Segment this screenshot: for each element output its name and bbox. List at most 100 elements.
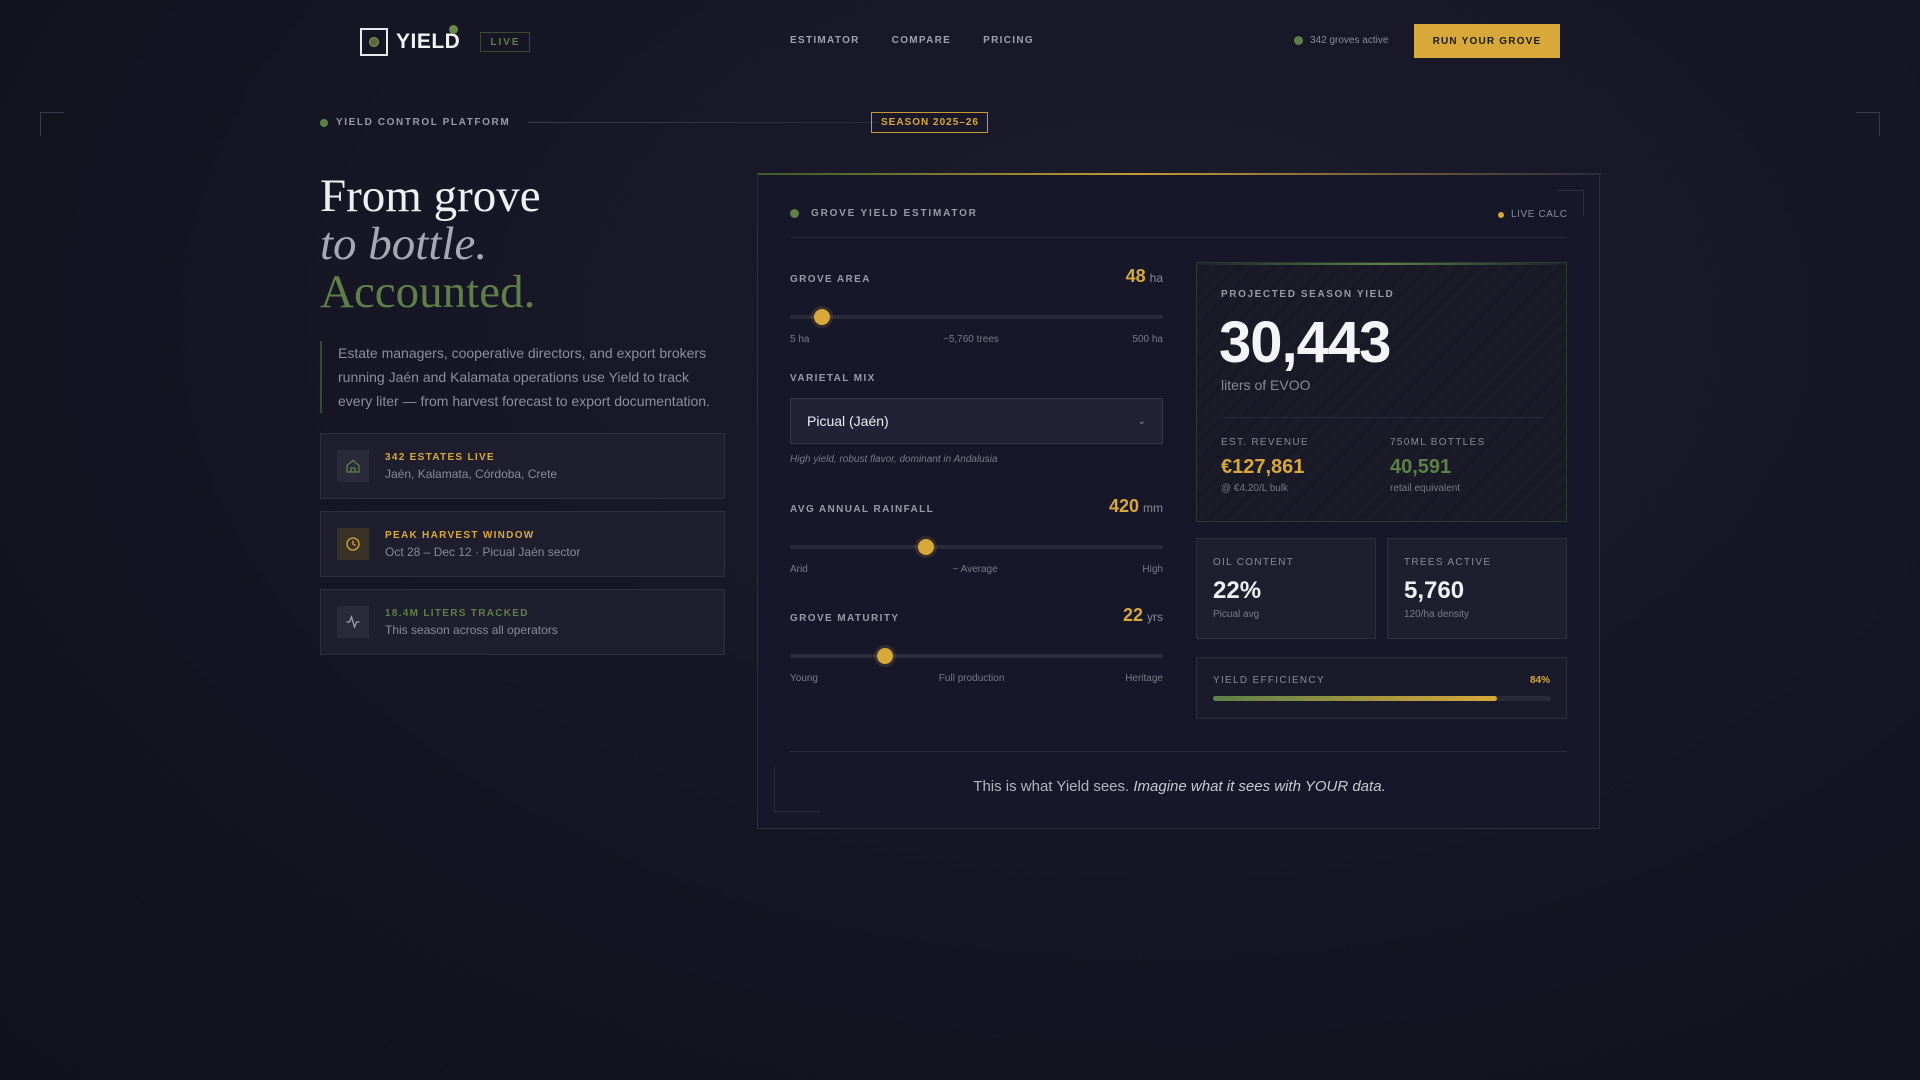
tick-label: Arid <box>790 564 808 575</box>
varietal-mix-select[interactable]: Picual (Jaén) ⌄ <box>790 398 1163 444</box>
hero-line-2: to bottle. <box>320 218 488 270</box>
rainfall-number: 420 <box>1108 496 1139 516</box>
chevron-down-icon: ⌄ <box>1137 415 1146 427</box>
bottles-label: 750ML BOTTLES <box>1390 437 1486 448</box>
rainfall-ticks: Arid ~ Average High <box>790 564 1163 575</box>
tick-label: 5 ha <box>790 334 810 345</box>
grove-area-label: GROVE AREA <box>790 274 871 285</box>
oil-content-card: OIL CONTENT 22% Picual avg <box>1196 538 1376 639</box>
projected-yield-card: PROJECTED SEASON YIELD 30,443 liters of … <box>1196 262 1567 522</box>
trees-active-card: TREES ACTIVE 5,760 120/ha density <box>1387 538 1567 639</box>
clock-icon <box>337 528 369 560</box>
groves-active-text: 342 groves active <box>1310 35 1389 46</box>
tick-label: Heritage <box>1125 673 1163 684</box>
trees-active-note: 120/ha density <box>1404 609 1470 620</box>
card-accent-line <box>1197 263 1566 265</box>
season-badge: SEASON 2025–26 <box>871 112 988 133</box>
status-dot-icon <box>320 118 328 127</box>
oil-content-label: OIL CONTENT <box>1213 557 1295 568</box>
rainfall-unit: mm <box>1143 501 1163 515</box>
info-card-harvest: PEAK HARVEST WINDOW Oct 28 – Dec 12 · Pi… <box>320 511 725 577</box>
maturity-ticks: Young Full production Heritage <box>790 673 1163 684</box>
projected-yield-unit: liters of EVOO <box>1221 377 1311 393</box>
revenue-label: EST. REVENUE <box>1221 437 1309 448</box>
grove-area-unit: ha <box>1149 271 1163 285</box>
rainfall-label: AVG ANNUAL RAINFALL <box>790 504 935 515</box>
revenue-stat: EST. REVENUE €127,861 @ €4.20/L bulk <box>1221 437 1309 494</box>
tagline: This is what Yield sees. Imagine what it… <box>758 778 1601 795</box>
corner-bracket-right <box>1856 112 1880 136</box>
rainfall-slider-thumb[interactable] <box>918 539 935 555</box>
tagline-plain: This is what Yield sees. <box>973 778 1134 795</box>
tick-label: High <box>1142 564 1163 575</box>
maturity-value: 22 yrs <box>1123 605 1163 626</box>
grove-area-value: 48 ha <box>1126 266 1163 287</box>
projected-yield-value: 30,443 <box>1219 310 1391 375</box>
tagline-italic: Imagine what it sees with YOUR data. <box>1133 778 1386 795</box>
maturity-number: 22 <box>1122 605 1143 625</box>
hero-description: Estate managers, cooperative directors, … <box>320 341 725 413</box>
maturity-label: GROVE MATURITY <box>790 613 900 624</box>
platform-text: YIELD CONTROL PLATFORM <box>336 117 511 128</box>
top-nav: YIELD LIVE ESTIMATOR COMPARE PRICING 342… <box>0 0 1920 84</box>
info-card-liters: 18.4M LITERS TRACKED This season across … <box>320 589 725 655</box>
bottles-stat: 750ML BOTTLES 40,591 retail equivalent <box>1390 437 1485 494</box>
info-card-subtitle: This season across all operators <box>385 622 558 637</box>
nav-link-compare[interactable]: COMPARE <box>892 35 951 46</box>
maturity-unit: yrs <box>1147 610 1163 624</box>
varietal-note: High yield, robust flavor, dominant in A… <box>790 454 998 465</box>
activity-icon <box>337 606 369 638</box>
revenue-value: €127,861 <box>1221 456 1305 478</box>
grove-area-slider[interactable] <box>790 309 1163 325</box>
info-card-subtitle: Jaén, Kalamata, Córdoba, Crete <box>385 466 558 481</box>
estimator-title: GROVE YIELD ESTIMATOR <box>811 208 978 219</box>
divider <box>790 751 1567 752</box>
oil-content-note: Picual avg <box>1213 609 1260 620</box>
grove-area-control: GROVE AREA 48 ha 5 ha ~5,760 trees 500 ha <box>790 266 1163 356</box>
grove-area-slider-thumb[interactable] <box>814 309 831 325</box>
trees-active-value: 5,760 <box>1404 577 1465 604</box>
panel-accent-line <box>758 173 1601 175</box>
oil-content-value: 22% <box>1213 577 1262 604</box>
live-calc-indicator: LIVE CALC <box>1498 209 1568 220</box>
logo[interactable]: YIELD LIVE <box>360 25 530 56</box>
hero-line-1: From grove <box>320 170 541 222</box>
trees-active-label: TREES ACTIVE <box>1404 557 1492 568</box>
hero-heading: From grove to bottle. Accounted. <box>320 172 541 316</box>
tick-label: Full production <box>938 673 1005 684</box>
info-card-title: 18.4M LITERS TRACKED <box>385 607 529 619</box>
live-calc-text: LIVE CALC <box>1511 209 1568 220</box>
revenue-note: @ €4.20/L bulk <box>1221 483 1289 494</box>
grove-area-number: 48 <box>1125 266 1146 286</box>
bottles-value: 40,591 <box>1390 456 1452 478</box>
info-card-title: PEAK HARVEST WINDOW <box>385 529 535 541</box>
yield-efficiency-card: YIELD EFFICIENCY 84% <box>1196 657 1567 719</box>
tick-label: ~ Average <box>952 564 998 575</box>
yield-efficiency-bar <box>1213 696 1551 701</box>
nav-link-pricing[interactable]: PRICING <box>983 35 1034 46</box>
status-dot-icon <box>449 25 458 34</box>
estimator-header: GROVE YIELD ESTIMATOR <box>790 208 978 219</box>
nav-link-estimator[interactable]: ESTIMATOR <box>790 35 860 46</box>
run-your-grove-button[interactable]: RUN YOUR GROVE <box>1414 24 1560 58</box>
projected-yield-label: PROJECTED SEASON YIELD <box>1221 289 1395 300</box>
info-card-subtitle: Oct 28 – Dec 12 · Picual Jaén sector <box>385 544 581 559</box>
status-dot-icon <box>1294 36 1303 45</box>
varietal-selected-value: Picual (Jaén) <box>807 413 889 429</box>
yield-efficiency-fill <box>1213 696 1497 701</box>
status-dot-icon <box>1498 211 1504 218</box>
hero-line-3: Accounted. <box>320 266 536 318</box>
tick-label: 500 ha <box>1132 334 1163 345</box>
rainfall-value: 420 mm <box>1109 496 1163 517</box>
tick-label: ~5,760 trees <box>943 334 999 345</box>
divider <box>1221 417 1544 418</box>
status-dot-icon <box>790 209 799 218</box>
rainfall-control: AVG ANNUAL RAINFALL 420 mm Arid ~ Average… <box>790 496 1163 586</box>
yield-efficiency-value: 84% <box>1529 675 1550 686</box>
maturity-control: GROVE MATURITY 22 yrs Young Full producti… <box>790 605 1163 695</box>
groves-active-status: 342 groves active <box>1294 35 1388 46</box>
maturity-slider[interactable] <box>790 648 1163 664</box>
rainfall-slider[interactable] <box>790 539 1163 555</box>
nav-links: ESTIMATOR COMPARE PRICING <box>790 35 1034 46</box>
maturity-slider-thumb[interactable] <box>877 648 894 664</box>
